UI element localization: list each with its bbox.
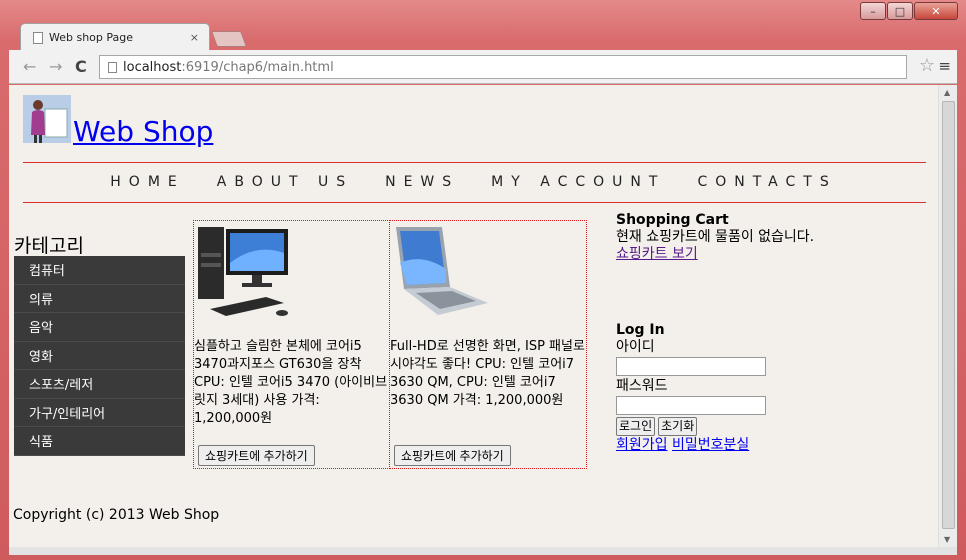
reset-button[interactable]: 초기화 xyxy=(658,417,698,436)
header-divider xyxy=(23,162,926,163)
password-label: 패스워드 xyxy=(616,378,668,394)
product-description: 심플하고 슬림한 본체에 코어i5 3470과지포스 GT630을 장착 CPU… xyxy=(194,339,388,426)
product-card: 심플하고 슬림한 본체에 코어i5 3470과지포스 GT630을 장착 CPU… xyxy=(193,220,390,469)
category-item-music[interactable]: 음악 xyxy=(14,313,185,342)
tab-title: Web shop Page xyxy=(49,31,134,44)
browser-window: – □ ✕ Web shop Page × ← → C localhost :6… xyxy=(0,0,966,560)
login-title: Log In xyxy=(616,322,665,338)
new-tab-button[interactable] xyxy=(211,31,247,47)
login-buttons: 로그인 초기화 xyxy=(616,417,836,436)
category-item-movie[interactable]: 영화 xyxy=(14,341,185,370)
menu-about-us[interactable]: ABOUT US xyxy=(217,174,353,190)
cart-title: Shopping Cart xyxy=(616,212,729,228)
status-bar-area xyxy=(9,547,957,555)
minimize-button[interactable]: – xyxy=(860,2,886,20)
logo-shopper-icon xyxy=(23,95,71,143)
site-title-link[interactable]: Web Shop xyxy=(73,115,213,148)
password-input[interactable] xyxy=(616,396,766,415)
page-viewport: Web Shop HOME ABOUT US NEWS MY ACCOUNT C… xyxy=(9,85,938,547)
product-description: Full-HD로 선명한 화면, ISP 패널로 시야각도 좋다! CPU: 인… xyxy=(390,339,585,408)
scroll-thumb[interactable] xyxy=(942,101,955,529)
page-icon xyxy=(108,61,117,73)
shopping-cart-panel: Shopping Cart 현재 쇼핑카트에 물품이 없습니다. 쇼핑카트 보기 xyxy=(616,212,816,263)
id-input[interactable] xyxy=(616,357,766,376)
page-icon xyxy=(33,31,43,44)
category-item-clothing[interactable]: 의류 xyxy=(14,284,185,313)
menu-news[interactable]: NEWS xyxy=(385,174,459,190)
url-path: :6919/chap6/main.html xyxy=(181,59,334,75)
scroll-up-arrow-icon[interactable]: ▲ xyxy=(944,88,950,97)
desktop-computer-image xyxy=(198,227,288,316)
hamburger-menu-icon[interactable]: ≡ xyxy=(938,57,951,75)
browser-toolbar: ← → C localhost :6919/chap6/main.html ☆ … xyxy=(9,50,957,84)
menu-home[interactable]: HOME xyxy=(110,174,184,190)
back-arrow-icon[interactable]: ← xyxy=(23,57,36,76)
forward-arrow-icon[interactable]: → xyxy=(49,57,62,76)
category-item-food[interactable]: 식품 xyxy=(14,427,185,456)
bookmark-star-icon[interactable]: ☆ xyxy=(919,55,935,76)
vertical-scrollbar[interactable]: ▲ ▼ xyxy=(938,85,957,547)
category-list: 컴퓨터 의류 음악 영화 스포츠/레저 가구/인테리어 식품 xyxy=(14,256,185,456)
menu-divider xyxy=(23,202,926,203)
product-card: Full-HD로 선명한 화면, ISP 패널로 시야각도 좋다! CPU: 인… xyxy=(390,220,587,469)
address-bar[interactable]: localhost :6919/chap6/main.html xyxy=(99,55,907,79)
tab-close-icon[interactable]: × xyxy=(190,31,199,44)
maximize-button[interactable]: □ xyxy=(887,2,913,20)
id-label: 아이디 xyxy=(616,339,655,355)
category-item-computer[interactable]: 컴퓨터 xyxy=(14,256,185,285)
category-title: 카테고리 xyxy=(14,235,84,257)
reload-icon[interactable]: C xyxy=(75,57,87,76)
close-window-button[interactable]: ✕ xyxy=(914,2,958,20)
add-to-cart-button[interactable]: 쇼핑카트에 추가하기 xyxy=(394,445,511,466)
login-panel: Log In 아이디 패스워드 로그인 초기화 회원가입 비밀번호분실 xyxy=(616,322,836,454)
main-menu: HOME ABOUT US NEWS MY ACCOUNT CONTACTS xyxy=(9,174,938,190)
category-item-furniture[interactable]: 가구/인테리어 xyxy=(14,398,185,427)
lost-password-link[interactable]: 비밀번호분실 xyxy=(672,437,749,453)
category-item-sports[interactable]: 스포츠/레저 xyxy=(14,370,185,399)
browser-tab[interactable]: Web shop Page × xyxy=(20,23,210,51)
view-cart-link[interactable]: 쇼핑카트 보기 xyxy=(616,246,698,262)
scroll-down-arrow-icon[interactable]: ▼ xyxy=(944,535,950,544)
laptop-image xyxy=(396,227,488,315)
add-to-cart-button[interactable]: 쇼핑카트에 추가하기 xyxy=(198,445,315,466)
window-controls: – □ ✕ xyxy=(860,2,958,20)
footer-copyright: Copyright (c) 2013 Web Shop xyxy=(13,507,220,523)
menu-contacts[interactable]: CONTACTS xyxy=(697,174,836,190)
login-button[interactable]: 로그인 xyxy=(616,417,656,436)
product-grid: 심플하고 슬림한 본체에 코어i5 3470과지포스 GT630을 장착 CPU… xyxy=(193,220,587,469)
url-host: localhost xyxy=(123,59,182,75)
signup-link[interactable]: 회원가입 xyxy=(616,437,668,453)
cart-status-text: 현재 쇼핑카트에 물품이 없습니다. xyxy=(616,229,815,245)
menu-my-account[interactable]: MY ACCOUNT xyxy=(491,174,665,190)
